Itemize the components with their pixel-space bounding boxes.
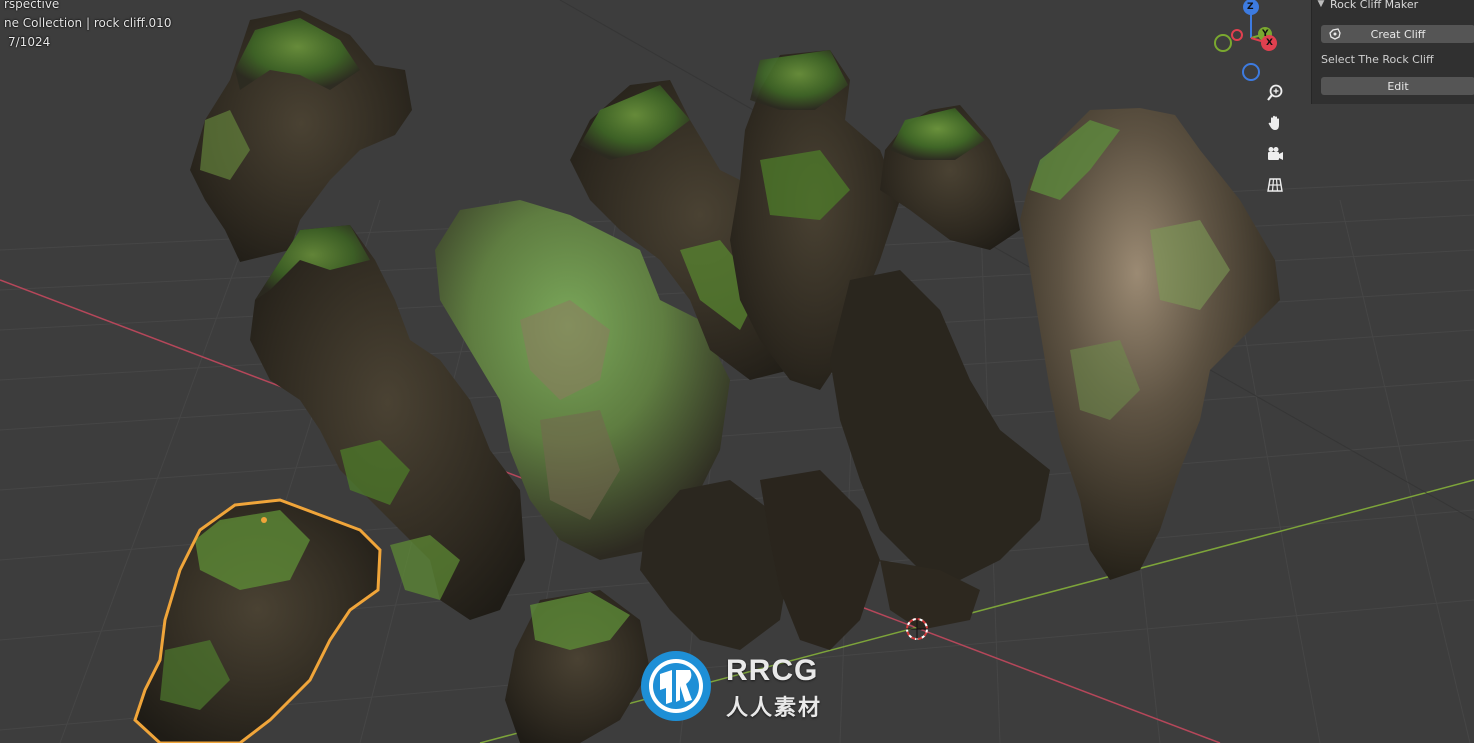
hand-pan-icon: [1268, 115, 1279, 130]
pan-button[interactable]: [1266, 114, 1294, 140]
panel-title: Rock Cliff Maker: [1330, 0, 1419, 11]
view-mode-label: rspective: [4, 0, 60, 11]
object-origin: [261, 517, 267, 523]
active-object-label: ne Collection | rock cliff.010: [4, 16, 172, 30]
zoom-icon: [1267, 84, 1283, 101]
gizmo-z-label: Z: [1247, 2, 1254, 12]
gizmo-neg-z[interactable]: [1242, 63, 1260, 81]
select-rock-label: Select The Rock Cliff: [1321, 53, 1434, 66]
rock-icon: [1329, 28, 1341, 40]
camera-icon: [1268, 147, 1283, 160]
viewport-scene: [0, 0, 1474, 743]
sidebar-panel: ▼ Rock Cliff Maker Creat Cliff Select Th…: [1311, 0, 1474, 104]
zoom-button[interactable]: [1266, 84, 1294, 110]
navigation-gizmo[interactable]: Z Y X: [1208, 0, 1288, 86]
rrcg-logo-icon: [641, 651, 711, 721]
ortho-toggle-button[interactable]: [1266, 176, 1294, 202]
watermark-subtitle: 人人素材: [726, 696, 823, 721]
gizmo-neg-y[interactable]: [1214, 34, 1232, 52]
chevron-down-icon[interactable]: ▼: [1312, 0, 1330, 9]
gizmo-x-label: X: [1266, 38, 1273, 48]
3d-cursor[interactable]: [906, 618, 928, 640]
create-cliff-button[interactable]: Creat Cliff: [1321, 25, 1474, 43]
frame-label: 7/1024: [8, 35, 51, 49]
edit-label: Edit: [1387, 79, 1409, 93]
gizmo-neg-x[interactable]: [1231, 29, 1243, 41]
watermark-brand: RRCG: [726, 654, 819, 687]
watermark: RRCG 人人素材: [638, 648, 838, 724]
create-cliff-label: Creat Cliff: [1370, 27, 1426, 41]
edit-button[interactable]: Edit: [1321, 77, 1474, 95]
grid-ortho-icon: [1267, 178, 1283, 192]
panel-header[interactable]: ▼ Rock Cliff Maker: [1312, 0, 1474, 12]
3d-viewport[interactable]: rspective ne Collection | rock cliff.010…: [0, 0, 1474, 743]
camera-view-button[interactable]: [1266, 145, 1294, 171]
